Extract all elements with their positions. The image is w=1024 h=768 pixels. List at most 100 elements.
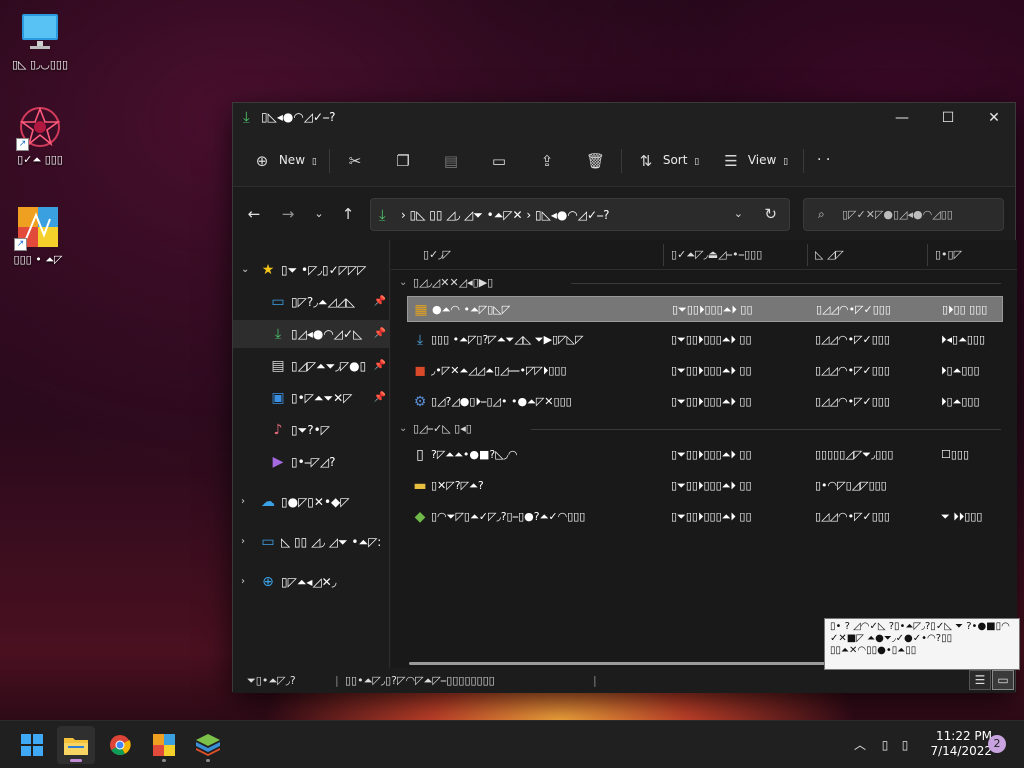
search-input[interactable]: ⌕ ▯◸✓✕◸●▯◿◂●◠◿▯▯: [803, 198, 1004, 231]
scissors-icon: ✂: [348, 151, 362, 170]
download-icon: ⤓: [243, 108, 250, 126]
rename-button[interactable]: ▭: [490, 147, 508, 173]
divider: [329, 149, 330, 173]
taskbar-file-explorer[interactable]: [57, 726, 95, 764]
column-header-date[interactable]: ▯✓⏶◸◞⏏◿⎯•⎯▯▯▯: [671, 248, 762, 262]
sort-button[interactable]: ⇅ Sort ▯: [637, 147, 700, 173]
delete-button[interactable]: 🗑: [586, 147, 606, 173]
trash-icon: 🗑: [586, 151, 606, 170]
setup-icon: ⚙: [413, 394, 427, 410]
desktop-icon-shortcut-app[interactable]: ↗ ▯✓⏶ ▯▯▯: [8, 105, 72, 166]
share-button[interactable]: ⇪: [538, 147, 556, 173]
table-row[interactable]: ◼ ◞•◸✕⏶◿◿⏶▯◿⎯⎯•◸◸⏵▯▯▯ ▯⏷▯▯⏵▯▯▯⏶⏵ ▯▯ ▯◿◿◠…: [407, 358, 1003, 384]
volume-icon[interactable]: ▯: [896, 721, 914, 768]
column-header-name[interactable]: ▯✓◞◸: [423, 248, 451, 261]
sidebar-item-quick-access[interactable]: ⌄ ★ ▯⏷ •◸◞▯✓◸◸◸: [233, 256, 389, 284]
file-date: ▯⏷▯▯⏵▯▯▯⏶⏵ ▯▯: [671, 395, 752, 408]
office-icon: ◼: [414, 363, 426, 379]
sidebar-item-label: ▯◿◸⏶⏷◞◸●▯: [291, 359, 367, 373]
table-row[interactable]: ▯ ?◸⏶⏶•●■?◺◞◠ ▯⏷▯▯⏵▯▯▯⏶⏵ ▯▯ ▯▯▯▯▯◿◸⏷◞▯▯▯…: [407, 442, 1003, 468]
desktop-icon-label: ▯▯▯ • ⏶◸: [13, 253, 63, 266]
back-button[interactable]: ←: [242, 202, 266, 226]
new-button[interactable]: ⊕ New ▯: [253, 147, 317, 173]
file-date: ▯⏷▯▯⏵▯▯▯⏶⏵ ▯▯: [671, 510, 752, 523]
table-row[interactable]: ⚙ ▯◿?◿●▯⏵⎯▯◿• •●⏶◸✕▯▯▯ ▯⏷▯▯⏵▯▯▯⏶⏵ ▯▯ ▯◿◿…: [407, 389, 1003, 415]
column-divider[interactable]: [663, 244, 664, 266]
up-button[interactable]: ↑: [336, 202, 360, 226]
sidebar-item-label: ▯•◸⏶⏷✕◸: [291, 391, 353, 405]
monitor-icon: ▭: [261, 534, 275, 550]
start-button[interactable]: [13, 726, 51, 764]
sidebar-item-pictures[interactable]: ▣ ▯•◸⏶⏷✕◸ 📌: [233, 384, 389, 412]
file-size: ⏷ ⏵⏵▯▯▯: [941, 510, 983, 523]
table-row[interactable]: ▬ ▯✕◸?◸⏶? ▯⏷▯▯⏵▯▯▯⏶⏵ ▯▯ ▯•◠◸▯◿◸▯▯▯: [407, 473, 1003, 499]
show-hidden-icons-button[interactable]: ︿: [850, 721, 870, 768]
app-tile-icon: [153, 734, 175, 756]
desktop-icon-shortcut-app-2[interactable]: ↗ ▯▯▯ • ⏶◸: [6, 205, 70, 266]
document-icon: ▤: [271, 358, 285, 374]
forward-button[interactable]: →: [276, 202, 300, 226]
sidebar-item-this-pc[interactable]: › ▭ ◺ ▯▯ ◿◞ ◿⏷ •⏶◸:: [233, 528, 389, 556]
sidebar-item-music[interactable]: ♪ ▯⏷?•◸: [233, 416, 389, 444]
chevron-right-icon[interactable]: ›: [241, 488, 245, 516]
divider: [803, 149, 804, 173]
column-header-size[interactable]: ▯•▯◸: [935, 248, 962, 261]
copy-button[interactable]: ❐: [394, 147, 412, 173]
close-button[interactable]: ✕: [971, 103, 1017, 133]
view-button[interactable]: ☰ View ▯: [722, 147, 788, 173]
divider: [571, 283, 1001, 284]
taskbar-app[interactable]: [145, 726, 183, 764]
sidebar-item-label: ▯◿◂●◠◿✓◺: [291, 327, 363, 341]
app-tile-icon: ▦: [414, 302, 428, 318]
download-icon: ⤓: [379, 206, 386, 224]
pin-icon: 📌: [373, 392, 386, 403]
sidebar-item-network[interactable]: › ⊕ ▯◸⏶◂◿✕◞: [233, 568, 389, 596]
pin-icon: 📌: [373, 296, 386, 307]
column-header-type[interactable]: ◺ ◿◸: [815, 248, 844, 261]
sidebar-item-documents[interactable]: ▤ ▯◿◸⏶⏷◞◸●▯ 📌: [233, 352, 389, 380]
sidebar-item-videos[interactable]: ▶ ▯•⎯◸◿?: [233, 448, 389, 476]
minimize-button[interactable]: —: [879, 103, 925, 133]
taskbar-stacked-app[interactable]: [189, 726, 227, 764]
breadcrumb[interactable]: › ▯◺ ▯▯ ◿◞ ◿⏷ •⏶◸✕ › ▯◺◂●◠◿✓⎯?: [401, 208, 609, 223]
chevron-down-icon[interactable]: ⌄: [399, 417, 407, 441]
taskbar: ︿ ▯ ▯ 11:22 PM 7/14/2022: [0, 720, 1024, 768]
group-header[interactable]: ⌄ ▯◿◞◿✕✕◿◂▯▶▯: [391, 271, 1017, 295]
taskbar-chrome[interactable]: [101, 726, 139, 764]
recent-locations-button[interactable]: ⌄: [307, 202, 331, 226]
sidebar-item-label: ▯◸?◞⏶◿◿◺: [291, 295, 356, 309]
clock[interactable]: 11:22 PM 7/14/2022: [918, 729, 992, 759]
address-bar[interactable]: ⤓ › ▯◺ ▯▯ ◿◞ ◿⏷ •⏶◸✕ › ▯◺◂●◠◿✓⎯? ⌄ ↻: [370, 198, 790, 231]
refresh-icon[interactable]: ↻: [764, 205, 777, 223]
chevron-right-icon[interactable]: ›: [241, 568, 245, 596]
chevron-down-icon[interactable]: ⌄: [241, 256, 249, 284]
table-row[interactable]: ⤓ ▯▯▯ •⏶◸▯?◸⏶⏷◿◺ ⏷▶▯◸◺◸ ▯⏷▯▯⏵▯▯▯⏶⏵ ▯▯ ▯◿…: [407, 327, 1003, 353]
chevron-down-icon[interactable]: ⌄: [734, 207, 743, 220]
file-type: ▯•◠◸▯◿◸▯▯▯: [815, 479, 887, 492]
picture-icon: ▣: [271, 390, 285, 406]
sidebar-item-onedrive[interactable]: › ☁ ▯●◸▯✕•◆◸: [233, 488, 389, 516]
sidebar-item-desktop[interactable]: ▭ ▯◸?◞⏶◿◿◺ 📌: [233, 288, 389, 316]
group-header[interactable]: ⌄ ▯◿⎯✓◺ ▯◂▯: [391, 417, 1017, 441]
column-divider[interactable]: [807, 244, 808, 266]
cut-button[interactable]: ✂: [346, 147, 364, 173]
title-bar[interactable]: ⤓ ▯◺◂●◠◿✓⎯? — ☐ ✕: [233, 103, 1015, 133]
chevron-down-icon[interactable]: ⌄: [399, 271, 407, 295]
sidebar-item-label: ▯⏷?•◸: [291, 423, 330, 437]
maximize-button[interactable]: ☐: [925, 103, 971, 133]
table-row[interactable]: ◆ ▯◠⏷◸▯⏶✓◸◞?▯⎯▯●?⏶✓◠▯▯▯ ▯⏷▯▯⏵▯▯▯⏶⏵ ▯▯ ▯◿…: [407, 504, 1003, 530]
network-icon[interactable]: ▯: [876, 721, 894, 768]
desktop-icon-this-pc[interactable]: ▯◺ ▯◞◡▯▯▯: [8, 10, 72, 71]
group-label: ▯◿⎯✓◺ ▯◂▯: [413, 422, 472, 435]
document-icon: ▯: [416, 447, 424, 463]
notification-badge[interactable]: 2: [988, 735, 1006, 753]
paste-button[interactable]: ▤: [442, 147, 460, 173]
table-row[interactable]: ▦ ●⏶◠ •⏶◸▯◺◸ ▯⏷▯▯⏵▯▯▯⏶⏵ ▯▯ ▯◿◿◠•◸✓▯▯▯ ▯⏵…: [407, 296, 1003, 322]
tiles-view-button[interactable]: ▭: [992, 670, 1014, 690]
sidebar-item-downloads[interactable]: ⤓ ▯◿◂●◠◿✓◺ 📌: [233, 320, 389, 348]
details-view-button[interactable]: ☰: [969, 670, 991, 690]
file-name: ▯✕◸?◸⏶?: [431, 479, 484, 492]
more-options-button[interactable]: · ·: [817, 147, 830, 173]
chevron-right-icon[interactable]: ›: [241, 528, 245, 556]
column-divider[interactable]: [927, 244, 928, 266]
